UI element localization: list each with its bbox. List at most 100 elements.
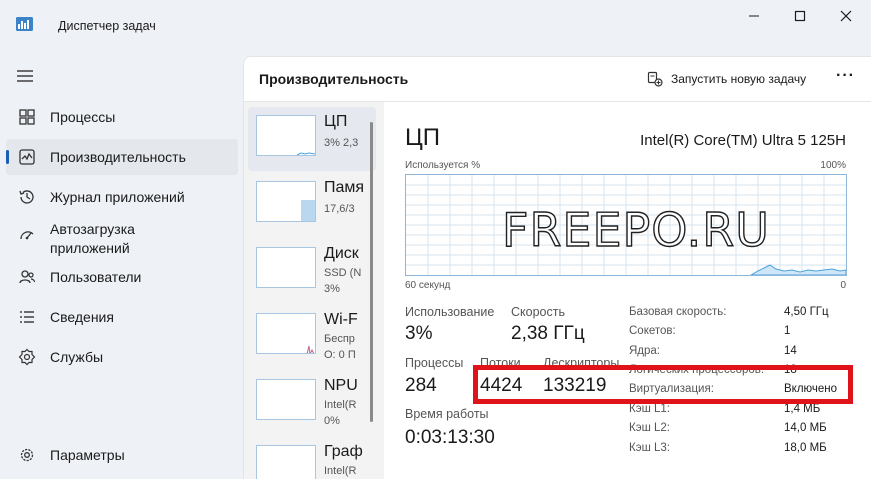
performance-icon [19,149,35,165]
more-options-button[interactable]: ··· [836,67,855,85]
sidebar-item-label: Производительность [50,149,186,165]
hamburger-menu-icon[interactable] [16,68,34,84]
watermark-text: FREEPO.RU [501,202,770,257]
memory-thumbnail-graph [256,181,316,222]
sidebar-item-label: Сведения [50,309,114,325]
resource-name: Wi-F [324,311,358,328]
run-new-task-label: Запустить новую задачу [671,72,807,86]
grid-icon [19,109,35,125]
history-icon [19,190,34,204]
sidebar-item-settings[interactable]: Параметры [6,437,238,473]
resource-sub: 3% [324,283,340,295]
sidebar-item-performance[interactable]: Производительность [6,139,238,175]
detail-title: ЦП [405,124,441,151]
wifi-thumbnail-graph [256,313,316,354]
sidebar: Процессы Производительность Журнал прило… [0,48,243,479]
resource-list: ЦП 3% 2,3 Памя 17,6/3 Диск SSD (N 3% Wi-… [244,102,384,479]
resource-name: NPU [324,377,358,394]
sidebar-item-label: Службы [50,349,104,365]
resource-sub: 3% 2,3 [324,137,359,149]
graph-max-label: 100% [820,160,846,171]
resource-item-gpu[interactable]: Граф Intel(R [248,437,376,479]
main-panel: Производительность Запустить новую задач… [243,56,871,479]
resource-name: Граф [324,443,363,460]
cpu-model-name: Intel(R) Core(TM) Ultra 5 125H [640,132,846,149]
spec-label: Сокетов: [629,325,676,337]
resource-name: Диск [324,245,359,262]
users-icon [19,270,36,284]
cpu-usage-graph: FREEPO.RU [405,174,847,276]
speed-value: 2,38 ГГц [511,323,585,344]
startup-icon [20,231,34,240]
usage-value: 3% [405,323,433,344]
spec-value: 1,4 МБ [784,403,821,415]
speed-label: Скорость [511,305,565,319]
resource-sub: О: 0 П [324,349,356,361]
graph-time-label: 60 секунд [405,280,451,291]
usage-label: Использование [405,305,495,319]
npu-thumbnail-graph [256,379,316,420]
spec-label: Кэш L2: [629,422,670,434]
gear-icon [20,448,34,462]
spec-label: Базовая скорость: [629,306,727,318]
resource-sub: Беспр [324,333,355,345]
sidebar-item-processes[interactable]: Процессы [6,99,238,135]
sidebar-item-services[interactable]: Службы [6,339,238,375]
details-icon [20,311,34,323]
run-new-task-button[interactable]: Запустить новую задачу [647,68,806,90]
spec-label: Ядра: [629,345,661,357]
window-title: Диспетчер задач [58,19,156,33]
resource-sub: 0% [324,415,340,427]
maximize-icon [794,10,806,22]
virtualization-highlight-box [473,365,853,404]
resource-item-cpu[interactable]: ЦП 3% 2,3 [248,107,376,171]
gpu-thumbnail-graph [256,445,316,479]
uptime-label: Время работы [405,407,489,421]
resource-list-scrollbar[interactable] [370,122,373,422]
sidebar-item-users[interactable]: Пользователи [6,259,238,295]
graph-min-label: 0 [840,280,846,291]
services-icon [18,348,36,366]
sidebar-item-app-history[interactable]: Журнал приложений [6,179,238,215]
sidebar-item-label: Пользователи [50,269,142,285]
resource-sub: Intel(R [324,465,357,477]
maximize-button[interactable] [777,0,823,32]
page-title: Производительность [259,71,409,87]
new-task-icon [647,71,663,87]
minimize-button[interactable] [731,0,777,32]
sidebar-item-details[interactable]: Сведения [6,299,238,335]
sidebar-item-startup-apps[interactable]: Автозагрузка приложений [6,216,238,260]
spec-value: 14 [784,345,797,357]
processes-value: 284 [405,375,437,396]
cpu-thumbnail-graph [256,115,316,156]
graph-axis-label: Используется % [405,160,481,171]
resource-sub: SSD (N [324,267,362,279]
resource-item-disk[interactable]: Диск SSD (N 3% [248,239,376,303]
spec-label: Кэш L1: [629,403,670,415]
minimize-icon [749,15,759,17]
resource-item-memory[interactable]: Памя 17,6/3 [248,173,376,237]
resource-item-npu[interactable]: NPU Intel(R 0% [248,371,376,435]
title-bar: Диспетчер задач [0,0,871,48]
uptime-value: 0:03:13:30 [405,427,495,448]
active-indicator [6,150,9,164]
resource-sub: Intel(R [324,399,357,411]
resource-name: ЦП [324,113,348,130]
task-manager-icon [16,17,33,31]
sidebar-item-label: Процессы [50,109,116,125]
processes-label: Процессы [405,356,464,370]
close-button[interactable] [823,0,869,32]
page-header: Производительность Запустить новую задач… [244,57,871,102]
resource-name: Памя [324,179,365,196]
sidebar-item-label: Автозагрузка приложений [50,221,135,256]
resource-sub: 17,6/3 [324,203,355,215]
sidebar-item-label: Параметры [50,447,125,463]
close-icon [840,10,852,22]
spec-value: 18,0 МБ [784,442,827,454]
cpu-usage-series [749,264,846,275]
spec-value: 14,0 МБ [784,422,827,434]
resource-item-wifi[interactable]: Wi-F Беспр О: 0 П [248,305,376,369]
spec-value: 1 [784,325,791,337]
cpu-detail-panel: ЦП Intel(R) Core(TM) Ultra 5 125H Исполь… [384,102,871,479]
spec-value: 4,50 ГГц [784,306,829,318]
